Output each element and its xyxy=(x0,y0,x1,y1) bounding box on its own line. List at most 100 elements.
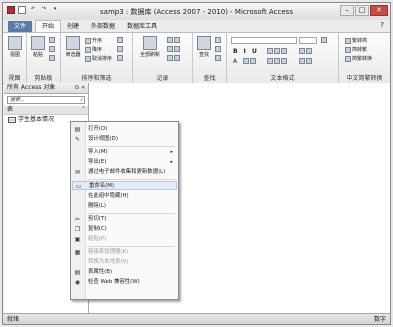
paste-icon xyxy=(31,36,45,50)
font-color-icon[interactable]: A xyxy=(233,58,239,65)
menu-check-web-compat[interactable]: ◉ 检查 Web 兼容性(W) xyxy=(72,278,177,287)
list-icon[interactable] xyxy=(321,37,328,44)
ribbon-tabs: 文件 开始 创建 外部数据 数据库工具 ? xyxy=(3,20,390,32)
gridlines-icon[interactable] xyxy=(299,48,313,55)
status-num: 数字 xyxy=(373,316,386,323)
tab-home[interactable]: 开始 xyxy=(35,20,62,32)
submenu-arrow-icon: ▸ xyxy=(170,159,173,165)
find-icon xyxy=(197,36,211,50)
tab-external-data[interactable]: 外部数据 xyxy=(85,21,121,32)
advanced-filter-icon[interactable] xyxy=(117,46,124,53)
menu-convert-to-local[interactable]: 转换为本地表(V) xyxy=(72,258,177,267)
group-clipboard: 粘贴 剪贴板 xyxy=(27,33,61,83)
menu-copy[interactable]: ❐ 复制(C) xyxy=(72,225,177,234)
menu-import[interactable]: 导入(M) ▸ xyxy=(72,148,177,157)
ribbon: 视图 视图 粘贴 剪贴板 筛选器 升序 降序 取消排序 排序和筛选 全部刷新 记… xyxy=(3,32,390,84)
refresh-all-button[interactable]: 全部刷新 xyxy=(137,36,163,58)
help-icon[interactable]: ? xyxy=(380,21,384,29)
window-title: samp3 : 数据库 (Access 2007 - 2010) - Micro… xyxy=(100,8,293,16)
window-controls: – □ ✕ xyxy=(340,5,388,16)
nav-section-tables[interactable]: 表 ˄ xyxy=(4,106,88,115)
open-icon: ▤ xyxy=(74,126,81,133)
status-text: 就绪 xyxy=(7,316,20,323)
convert-icon xyxy=(345,55,351,62)
design-view-icon: ✎ xyxy=(74,136,81,143)
menu-hide-in-group[interactable]: 在此组中隐藏(H) xyxy=(72,192,177,201)
menu-delete[interactable]: 删除(L) xyxy=(72,202,177,211)
align-icon[interactable] xyxy=(267,58,288,65)
nav-collapse-icon[interactable]: ⊙ « xyxy=(74,83,85,93)
highlight-icon[interactable] xyxy=(243,58,257,65)
menu-open[interactable]: ▤ 打开(O) xyxy=(72,125,177,134)
group-chinese-conversion: 繁转简 简转繁 简繁转换 中文简繁转换 xyxy=(345,37,383,82)
simp-to-trad-icon xyxy=(345,46,351,53)
group-find: 查找 查找 xyxy=(193,33,227,83)
menu-cut[interactable]: ✂ 剪切(T) xyxy=(72,215,177,224)
table-icon xyxy=(8,116,16,123)
menu-export[interactable]: 导出(E) ▸ xyxy=(72,158,177,167)
tab-create[interactable]: 创建 xyxy=(61,21,85,32)
font-size-select[interactable] xyxy=(299,37,317,44)
group-views: 视图 视图 xyxy=(3,33,27,83)
sort-ascending-icon xyxy=(85,37,91,44)
select-icon[interactable] xyxy=(215,55,222,62)
link-manager-icon: ▦ xyxy=(74,249,81,256)
access-window: ↶ ↷ ▾ samp3 : 数据库 (Access 2007 - 2010) -… xyxy=(2,2,391,325)
search-icon[interactable]: ⌕ xyxy=(80,97,83,103)
status-bar: 就绪 数字 xyxy=(3,313,390,324)
close-button[interactable]: ✕ xyxy=(370,5,388,16)
format-painter-icon[interactable] xyxy=(49,55,56,62)
email-collect-icon: ✉ xyxy=(74,169,81,176)
menu-paste[interactable]: ▣ 粘贴(P) xyxy=(72,235,177,244)
replace-icon[interactable] xyxy=(215,37,222,44)
table-properties-icon: ▤ xyxy=(74,269,81,276)
selection-icon[interactable] xyxy=(117,37,124,44)
font-name-select[interactable] xyxy=(231,37,297,44)
menu-collect-data-email[interactable]: ✉ 通过电子邮件收集和更新数据(L) xyxy=(72,168,177,177)
menu-linked-table-manager[interactable]: ▦ 链接表管理器(K) xyxy=(72,248,177,257)
remove-sort-icon xyxy=(85,55,91,62)
toggle-filter-icon[interactable] xyxy=(117,55,124,62)
maximize-button[interactable]: □ xyxy=(355,5,369,16)
group-text-formatting: B I U A 文本格式 xyxy=(227,33,339,83)
submenu-arrow-icon: ▸ xyxy=(170,149,173,155)
simp-to-trad-button[interactable]: 简转繁 xyxy=(345,46,367,53)
sort-descending-icon xyxy=(85,46,91,53)
cut-icon: ✂ xyxy=(74,216,81,223)
menu-table-properties[interactable]: ▤ 表属性(B) xyxy=(72,268,177,277)
copy-small-icon[interactable] xyxy=(49,46,56,53)
context-menu: ▤ 打开(O) ✎ 设计视图(D) 导入(M) ▸ 导出(E) ▸ ✉ 通过电子邮件收集和… xyxy=(70,121,179,300)
filter-button[interactable]: 筛选器 xyxy=(64,36,82,58)
rename-icon: ▭ xyxy=(75,183,82,190)
sort-descending-button[interactable]: 降序 xyxy=(85,46,102,53)
group-records: 全部刷新 记录 xyxy=(133,33,193,83)
trad-to-simp-button[interactable]: 繁转简 xyxy=(345,37,367,44)
nav-search-input[interactable]: 搜索... ⌕ xyxy=(7,96,85,104)
filter-icon xyxy=(66,36,80,50)
sort-ascending-button[interactable]: 升序 xyxy=(85,37,102,44)
paste-button[interactable]: 粘贴 xyxy=(29,36,47,58)
bold-italic-underline-icon[interactable]: B I U xyxy=(233,48,259,55)
nav-header[interactable]: 所有 Access 对象 ⊙ « xyxy=(4,83,88,94)
group-sort-filter: 筛选器 升序 降序 取消排序 排序和筛选 xyxy=(61,33,133,83)
minimize-button[interactable]: – xyxy=(340,5,354,16)
new-record-icon[interactable] xyxy=(167,37,181,44)
goto-icon[interactable] xyxy=(215,46,222,53)
save-record-icon[interactable] xyxy=(167,46,181,53)
tab-file[interactable]: 文件 xyxy=(8,21,33,32)
fill-color-icon[interactable] xyxy=(299,58,313,65)
chevron-up-icon[interactable]: ˄ xyxy=(82,106,85,114)
paste-icon: ▣ xyxy=(74,236,81,243)
remove-sort-button[interactable]: 取消排序 xyxy=(85,55,112,62)
indent-icon[interactable] xyxy=(267,48,288,55)
menu-design-view[interactable]: ✎ 设计视图(D) xyxy=(72,135,177,144)
trad-to-simp-icon xyxy=(345,37,351,44)
delete-record-icon[interactable] xyxy=(167,55,181,62)
find-button[interactable]: 查找 xyxy=(195,36,213,58)
convert-button[interactable]: 简繁转换 xyxy=(345,55,372,62)
menu-rename[interactable]: ▭ 重命名(M) xyxy=(72,181,177,190)
tab-database-tools[interactable]: 数据库工具 xyxy=(121,21,163,32)
view-button[interactable]: 视图 xyxy=(6,36,24,58)
view-icon xyxy=(8,36,22,50)
cut-small-icon[interactable] xyxy=(49,37,56,44)
